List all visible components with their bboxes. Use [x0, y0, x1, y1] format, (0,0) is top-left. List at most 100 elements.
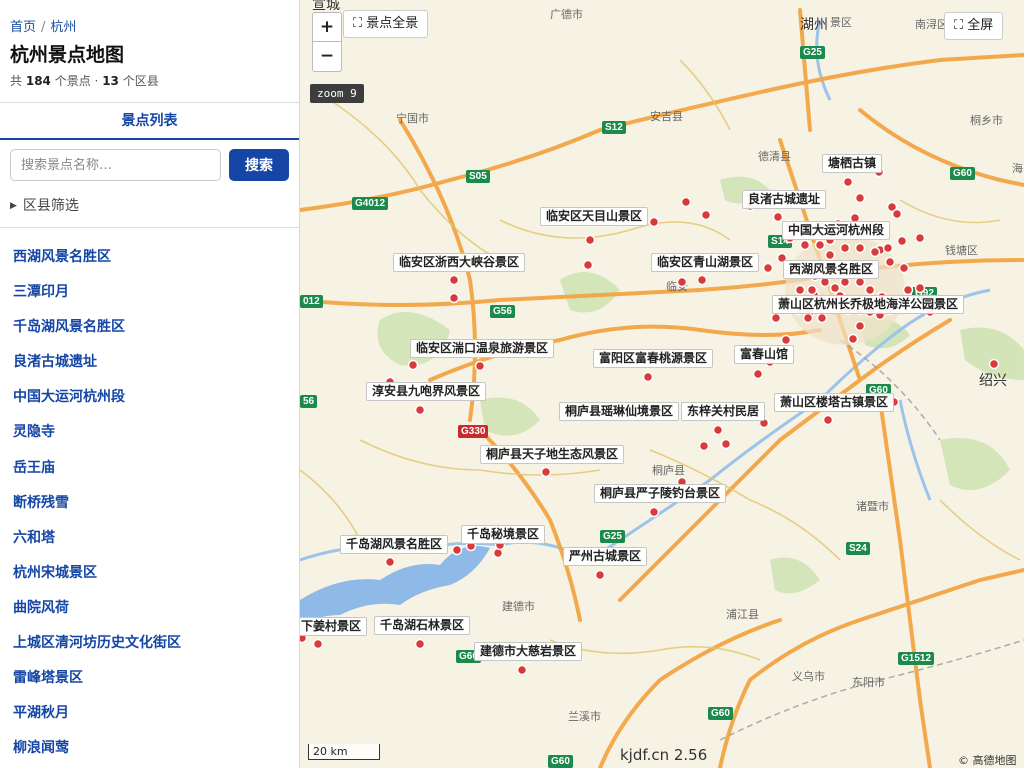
overview-button[interactable]: ⛶ 景点全景 [343, 10, 429, 38]
scenic-spot-marker[interactable] [864, 284, 876, 296]
spot-link[interactable]: 上城区清河坊历史文化街区 [13, 635, 181, 651]
spot-link[interactable]: 平湖秋月 [13, 705, 69, 721]
poi-label[interactable]: 千岛湖风景名胜区 [340, 535, 449, 554]
scenic-spot-marker[interactable] [594, 569, 606, 581]
scenic-spot-marker[interactable] [648, 216, 660, 228]
scenic-spot-marker[interactable] [914, 282, 926, 294]
scenic-spot-marker[interactable] [384, 556, 396, 568]
poi-label[interactable]: 桐庐县瑶琳仙境景区 [559, 402, 680, 421]
scenic-spot-marker[interactable] [854, 192, 866, 204]
poi-label[interactable]: 下姜村景区 [300, 617, 368, 636]
scenic-spot-marker[interactable] [854, 242, 866, 254]
scenic-spot-marker[interactable] [772, 211, 784, 223]
spot-link[interactable]: 雷峰塔景区 [13, 670, 83, 686]
scenic-spot-marker[interactable] [448, 292, 460, 304]
scenic-spot-marker[interactable] [799, 239, 811, 251]
scenic-spot-marker[interactable] [752, 368, 764, 380]
poi-label[interactable]: 富春山馆 [734, 345, 795, 364]
scenic-spot-marker[interactable] [584, 234, 596, 246]
spot-link[interactable]: 灵隐寺 [13, 424, 55, 440]
poi-label[interactable]: 临安区湍口温泉旅游景区 [410, 339, 555, 358]
scenic-spot-marker[interactable] [822, 414, 834, 426]
zoom-in-button[interactable]: + [312, 12, 342, 42]
spot-link[interactable]: 柳浪闻莺 [13, 740, 69, 756]
breadcrumb-home-link[interactable]: 首页 [10, 20, 36, 35]
scenic-spot-marker[interactable] [806, 284, 818, 296]
spot-link[interactable]: 曲院风荷 [13, 600, 69, 616]
tab-spot-list[interactable]: 景点列表 [0, 103, 299, 139]
scenic-spot-marker[interactable] [414, 638, 426, 650]
scenic-spot-marker[interactable] [896, 235, 908, 247]
spot-link[interactable]: 西湖风景名胜区 [13, 249, 111, 265]
poi-label[interactable]: 富阳区富春桃源景区 [593, 349, 714, 368]
scenic-spot-marker[interactable] [676, 276, 688, 288]
spot-link[interactable]: 三潭印月 [13, 284, 69, 300]
poi-label[interactable]: 萧山区楼塔古镇景区 [774, 393, 895, 412]
scenic-spot-marker[interactable] [680, 196, 692, 208]
scenic-spot-marker[interactable] [914, 232, 926, 244]
scenic-spot-marker[interactable] [842, 176, 854, 188]
scenic-spot-marker[interactable] [448, 274, 460, 286]
poi-label[interactable]: 桐庐县天子地生态风景区 [480, 445, 625, 464]
zoom-out-button[interactable]: − [312, 42, 342, 72]
poi-label[interactable]: 桐庐县严子陵钓台景区 [594, 484, 727, 503]
poi-label[interactable]: 淳安县九咆界风景区 [366, 382, 487, 401]
scenic-spot-marker[interactable] [451, 544, 463, 556]
poi-label[interactable]: 西湖风景名胜区 [783, 260, 880, 279]
district-filter-toggle[interactable]: ▶ 区县筛选 [10, 195, 79, 215]
poi-label[interactable]: 塘栖古镇 [822, 154, 883, 173]
poi-label[interactable]: 严州古城景区 [563, 547, 648, 566]
scenic-spot-marker[interactable] [884, 256, 896, 268]
poi-label[interactable]: 良渚古城遗址 [742, 190, 827, 209]
scenic-spot-marker[interactable] [854, 320, 866, 332]
scenic-spot-marker[interactable] [762, 262, 774, 274]
search-button[interactable]: 搜索 [229, 149, 289, 181]
scenic-spot-marker[interactable] [414, 404, 426, 416]
poi-label[interactable]: 萧山区杭州长乔极地海洋公园景区 [772, 295, 965, 314]
scenic-spot-marker[interactable] [891, 208, 903, 220]
spot-link[interactable]: 千岛湖风景名胜区 [13, 319, 125, 335]
scenic-spot-marker[interactable] [696, 274, 708, 286]
poi-label[interactable]: 临安区天目山景区 [540, 207, 649, 226]
poi-label[interactable]: 千岛湖石林景区 [374, 616, 471, 635]
scenic-spot-marker[interactable] [770, 312, 782, 324]
scenic-spot-marker[interactable] [698, 440, 710, 452]
scenic-spot-marker[interactable] [642, 371, 654, 383]
spot-link[interactable]: 六和塔 [13, 530, 55, 546]
fullscreen-button[interactable]: ⛶ 全屏 [944, 12, 1004, 40]
scenic-spot-marker[interactable] [802, 312, 814, 324]
scenic-spot-marker[interactable] [720, 438, 732, 450]
scenic-spot-marker[interactable] [407, 359, 419, 371]
poi-label[interactable]: 中国大运河杭州段 [782, 221, 891, 240]
scenic-spot-marker[interactable] [824, 249, 836, 261]
scenic-spot-marker[interactable] [839, 242, 851, 254]
spot-link[interactable]: 断桥残雪 [13, 495, 69, 511]
scenic-spot-marker[interactable] [648, 506, 660, 518]
scenic-spot-marker[interactable] [516, 664, 528, 676]
spot-link[interactable]: 岳王庙 [13, 460, 55, 476]
search-input[interactable] [10, 149, 221, 181]
map-canvas[interactable]: 宣城 广德市 湖州 景区 南浔区 安吉县 宁国市 德清县 桐乡市 钱塘区 临安 … [300, 0, 1024, 768]
scenic-spot-marker[interactable] [902, 284, 914, 296]
spot-link[interactable]: 良渚古城遗址 [13, 354, 97, 370]
scenic-spot-marker[interactable] [898, 262, 910, 274]
poi-label[interactable]: 千岛秘境景区 [461, 525, 546, 544]
poi-label[interactable]: 临安区浙西大峡谷景区 [393, 253, 526, 272]
scenic-spot-marker[interactable] [474, 360, 486, 372]
scenic-spot-marker[interactable] [988, 358, 1000, 370]
scenic-spot-marker[interactable] [712, 424, 724, 436]
scenic-spot-marker[interactable] [814, 239, 826, 251]
scenic-spot-marker[interactable] [540, 466, 552, 478]
breadcrumb-current-link[interactable]: 杭州 [50, 20, 76, 35]
scenic-spot-marker[interactable] [312, 638, 324, 650]
scenic-spot-marker[interactable] [869, 246, 881, 258]
spot-link[interactable]: 杭州宋城景区 [13, 565, 97, 581]
scenic-spot-marker[interactable] [780, 334, 792, 346]
poi-label[interactable]: 建德市大慈岩景区 [474, 642, 583, 661]
poi-label[interactable]: 东梓关村民居 [681, 402, 766, 421]
poi-label[interactable]: 临安区青山湖景区 [651, 253, 760, 272]
scenic-spot-marker[interactable] [794, 284, 806, 296]
scenic-spot-marker[interactable] [847, 333, 859, 345]
spot-link[interactable]: 中国大运河杭州段 [13, 389, 125, 405]
scenic-spot-marker[interactable] [882, 242, 894, 254]
